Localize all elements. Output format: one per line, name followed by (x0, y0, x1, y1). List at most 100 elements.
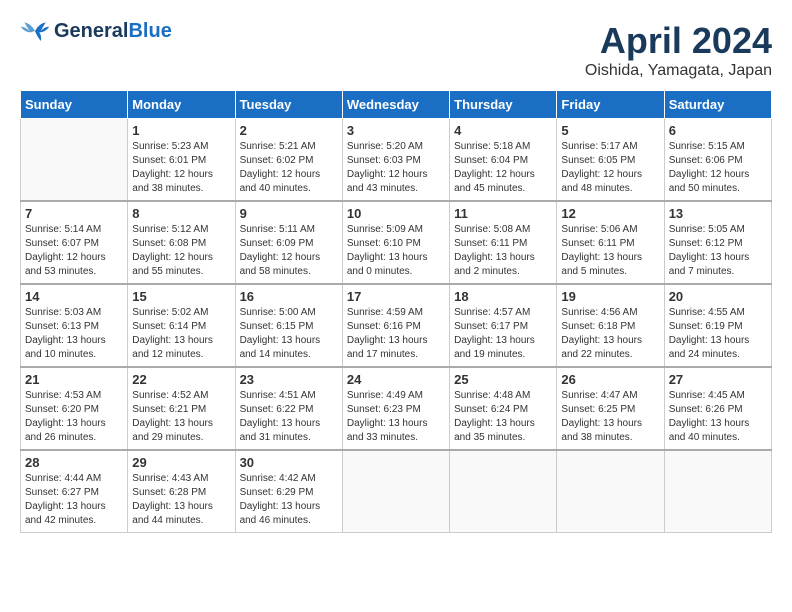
calendar-day-cell: 27 Sunrise: 4:45 AM Sunset: 6:26 PM Dayli… (664, 367, 771, 450)
day-number: 14 (25, 289, 123, 304)
day-number: 7 (25, 206, 123, 221)
calendar-day-cell: 25 Sunrise: 4:48 AM Sunset: 6:24 PM Dayli… (450, 367, 557, 450)
calendar-day-cell: 3Sunrise: 5:20 AM Sunset: 6:03 PM Daylig… (342, 119, 449, 202)
calendar-table: SundayMondayTuesdayWednesdayThursdayFrid… (20, 90, 772, 533)
day-info: Sunrise: 5:18 AM Sunset: 6:04 PM Dayligh… (454, 140, 552, 196)
day-info: Sunrise: 4:57 AM Sunset: 6:17 PM Dayligh… (454, 306, 552, 362)
day-info: Sunrise: 4:48 AM Sunset: 6:24 PM Dayligh… (454, 389, 552, 445)
day-number: 16 (240, 289, 338, 304)
day-number: 18 (454, 289, 552, 304)
weekday-header-monday: Monday (128, 91, 235, 119)
day-info: Sunrise: 5:02 AM Sunset: 6:14 PM Dayligh… (132, 306, 230, 362)
calendar-day-cell: 30Sunrise: 4:42 AM Sunset: 6:29 PM Dayli… (235, 450, 342, 533)
day-info: Sunrise: 4:47 AM Sunset: 6:25 PM Dayligh… (561, 389, 659, 445)
weekday-header-saturday: Saturday (664, 91, 771, 119)
calendar-day-cell: 24Sunrise: 4:49 AM Sunset: 6:23 PM Dayli… (342, 367, 449, 450)
day-info: Sunrise: 5:21 AM Sunset: 6:02 PM Dayligh… (240, 140, 338, 196)
day-info: Sunrise: 5:11 AM Sunset: 6:09 PM Dayligh… (240, 223, 338, 279)
weekday-header-row: SundayMondayTuesdayWednesdayThursdayFrid… (21, 91, 772, 119)
day-number: 26 (561, 372, 659, 387)
day-info: Sunrise: 5:17 AM Sunset: 6:05 PM Dayligh… (561, 140, 659, 196)
calendar-day-cell (557, 450, 664, 533)
day-number: 15 (132, 289, 230, 304)
calendar-day-cell (21, 119, 128, 202)
weekday-header-wednesday: Wednesday (342, 91, 449, 119)
day-number: 10 (347, 206, 445, 221)
day-number: 11 (454, 206, 552, 221)
day-info: Sunrise: 5:14 AM Sunset: 6:07 PM Dayligh… (25, 223, 123, 279)
day-number: 2 (240, 123, 338, 138)
day-info: Sunrise: 5:00 AM Sunset: 6:15 PM Dayligh… (240, 306, 338, 362)
logo-text: GeneralBlue (54, 20, 172, 42)
day-number: 22 (132, 372, 230, 387)
day-info: Sunrise: 4:43 AM Sunset: 6:28 PM Dayligh… (132, 472, 230, 528)
page-subtitle: Oishida, Yamagata, Japan (585, 62, 772, 80)
weekday-header-friday: Friday (557, 91, 664, 119)
day-number: 20 (669, 289, 767, 304)
day-info: Sunrise: 5:06 AM Sunset: 6:11 PM Dayligh… (561, 223, 659, 279)
calendar-day-cell: 11 Sunrise: 5:08 AM Sunset: 6:11 PM Dayli… (450, 201, 557, 284)
day-number: 30 (240, 455, 338, 470)
calendar-week-row: 21Sunrise: 4:53 AM Sunset: 6:20 PM Dayli… (21, 367, 772, 450)
day-number: 8 (132, 206, 230, 221)
calendar-day-cell (450, 450, 557, 533)
calendar-day-cell: 4 Sunrise: 5:18 AM Sunset: 6:04 PM Daylig… (450, 119, 557, 202)
day-info: Sunrise: 4:52 AM Sunset: 6:21 PM Dayligh… (132, 389, 230, 445)
day-number: 12 (561, 206, 659, 221)
day-info: Sunrise: 4:56 AM Sunset: 6:18 PM Dayligh… (561, 306, 659, 362)
calendar-day-cell: 20 Sunrise: 4:55 AM Sunset: 6:19 PM Dayli… (664, 284, 771, 367)
day-info: Sunrise: 5:23 AM Sunset: 6:01 PM Dayligh… (132, 140, 230, 196)
day-info: Sunrise: 4:45 AM Sunset: 6:26 PM Dayligh… (669, 389, 767, 445)
calendar-day-cell: 17 Sunrise: 4:59 AM Sunset: 6:16 PM Dayli… (342, 284, 449, 367)
day-info: Sunrise: 5:15 AM Sunset: 6:06 PM Dayligh… (669, 140, 767, 196)
day-number: 29 (132, 455, 230, 470)
day-number: 9 (240, 206, 338, 221)
calendar-day-cell: 19 Sunrise: 4:56 AM Sunset: 6:18 PM Dayli… (557, 284, 664, 367)
header: GeneralBlue April 2024 Oishida, Yamagata… (20, 20, 772, 80)
calendar-day-cell: 10 Sunrise: 5:09 AM Sunset: 6:10 PM Dayli… (342, 201, 449, 284)
day-number: 17 (347, 289, 445, 304)
day-number: 4 (454, 123, 552, 138)
day-number: 1 (132, 123, 230, 138)
day-info: Sunrise: 4:59 AM Sunset: 6:16 PM Dayligh… (347, 306, 445, 362)
calendar-day-cell: 1 Sunrise: 5:23 AM Sunset: 6:01 PM Daylig… (128, 119, 235, 202)
calendar-day-cell: 14 Sunrise: 5:03 AM Sunset: 6:13 PM Dayli… (21, 284, 128, 367)
calendar-day-cell (342, 450, 449, 533)
day-info: Sunrise: 5:20 AM Sunset: 6:03 PM Dayligh… (347, 140, 445, 196)
day-info: Sunrise: 4:51 AM Sunset: 6:22 PM Dayligh… (240, 389, 338, 445)
day-number: 24 (347, 372, 445, 387)
calendar-week-row: 28 Sunrise: 4:44 AM Sunset: 6:27 PM Dayli… (21, 450, 772, 533)
day-info: Sunrise: 5:05 AM Sunset: 6:12 PM Dayligh… (669, 223, 767, 279)
title-area: April 2024 Oishida, Yamagata, Japan (585, 20, 772, 80)
weekday-header-tuesday: Tuesday (235, 91, 342, 119)
calendar-day-cell: 7 Sunrise: 5:14 AM Sunset: 6:07 PM Daylig… (21, 201, 128, 284)
weekday-header-thursday: Thursday (450, 91, 557, 119)
day-number: 5 (561, 123, 659, 138)
day-info: Sunrise: 5:12 AM Sunset: 6:08 PM Dayligh… (132, 223, 230, 279)
day-number: 6 (669, 123, 767, 138)
day-number: 23 (240, 372, 338, 387)
calendar-day-cell: 2 Sunrise: 5:21 AM Sunset: 6:02 PM Daylig… (235, 119, 342, 202)
day-info: Sunrise: 5:08 AM Sunset: 6:11 PM Dayligh… (454, 223, 552, 279)
day-info: Sunrise: 5:03 AM Sunset: 6:13 PM Dayligh… (25, 306, 123, 362)
day-number: 25 (454, 372, 552, 387)
calendar-day-cell: 26 Sunrise: 4:47 AM Sunset: 6:25 PM Dayli… (557, 367, 664, 450)
calendar-day-cell: 23 Sunrise: 4:51 AM Sunset: 6:22 PM Dayli… (235, 367, 342, 450)
day-number: 27 (669, 372, 767, 387)
calendar-day-cell: 16 Sunrise: 5:00 AM Sunset: 6:15 PM Dayli… (235, 284, 342, 367)
calendar-day-cell: 29 Sunrise: 4:43 AM Sunset: 6:28 PM Dayli… (128, 450, 235, 533)
day-number: 19 (561, 289, 659, 304)
day-info: Sunrise: 4:44 AM Sunset: 6:27 PM Dayligh… (25, 472, 123, 528)
calendar-day-cell: 9 Sunrise: 5:11 AM Sunset: 6:09 PM Daylig… (235, 201, 342, 284)
day-number: 28 (25, 455, 123, 470)
calendar-day-cell: 28 Sunrise: 4:44 AM Sunset: 6:27 PM Dayli… (21, 450, 128, 533)
day-info: Sunrise: 4:55 AM Sunset: 6:19 PM Dayligh… (669, 306, 767, 362)
calendar-week-row: 1 Sunrise: 5:23 AM Sunset: 6:01 PM Daylig… (21, 119, 772, 202)
calendar-day-cell: 13 Sunrise: 5:05 AM Sunset: 6:12 PM Dayli… (664, 201, 771, 284)
day-info: Sunrise: 5:09 AM Sunset: 6:10 PM Dayligh… (347, 223, 445, 279)
day-number: 13 (669, 206, 767, 221)
weekday-header-sunday: Sunday (21, 91, 128, 119)
calendar-day-cell: 21Sunrise: 4:53 AM Sunset: 6:20 PM Dayli… (21, 367, 128, 450)
calendar-day-cell: 22 Sunrise: 4:52 AM Sunset: 6:21 PM Dayli… (128, 367, 235, 450)
calendar-day-cell: 8 Sunrise: 5:12 AM Sunset: 6:08 PM Daylig… (128, 201, 235, 284)
